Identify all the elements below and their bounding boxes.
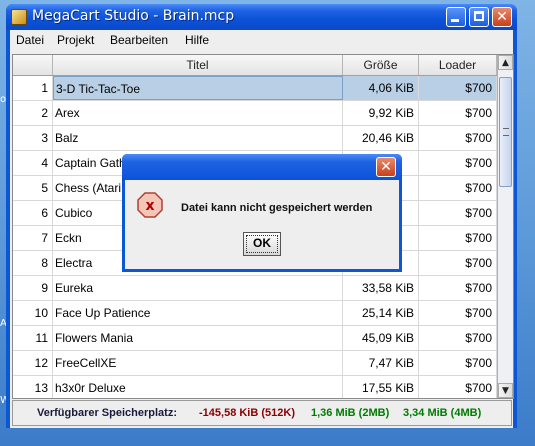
- storage-2mb: 1,36 MiB (2MB): [311, 407, 390, 419]
- table-row[interactable]: 11 Flowers Mania 45,09 KiB $700: [13, 326, 497, 351]
- row-loader: $700: [419, 226, 497, 250]
- row-number: 6: [13, 201, 53, 225]
- row-title: FreeCellXE: [53, 351, 343, 375]
- row-loader: $700: [419, 301, 497, 325]
- menu-bar: Datei Projekt Bearbeiten Hilfe: [10, 30, 513, 52]
- row-title: h3x0r Deluxe: [53, 376, 343, 398]
- table-row[interactable]: 9 Eureka 33,58 KiB $700: [13, 276, 497, 301]
- header-number[interactable]: [13, 55, 53, 75]
- dialog-message: Datei kann nicht gespeichert werden: [181, 202, 373, 214]
- row-size: 4,06 KiB: [343, 76, 419, 100]
- table-row[interactable]: 3 Balz 20,46 KiB $700: [13, 126, 497, 151]
- app-icon[interactable]: [11, 9, 27, 25]
- row-loader: $700: [419, 76, 497, 100]
- storage-label: Verfügbarer Speicherplatz:: [37, 407, 177, 419]
- row-loader: $700: [419, 176, 497, 200]
- row-title: Balz: [53, 126, 343, 150]
- header-loader[interactable]: Loader: [419, 55, 497, 75]
- row-number: 9: [13, 276, 53, 300]
- row-number: 2: [13, 101, 53, 125]
- row-loader: $700: [419, 201, 497, 225]
- error-dialog: ✕ x Datei kann nicht gespeichert werden …: [122, 154, 402, 272]
- row-number: 8: [13, 251, 53, 275]
- dialog-close-button[interactable]: ✕: [376, 157, 396, 177]
- row-number: 5: [13, 176, 53, 200]
- row-loader: $700: [419, 351, 497, 375]
- row-size: 25,14 KiB: [343, 301, 419, 325]
- status-bar: Verfügbarer Speicherplatz: -145,58 KiB (…: [12, 400, 512, 426]
- table-row[interactable]: 10 Face Up Patience 25,14 KiB $700: [13, 301, 497, 326]
- row-loader: $700: [419, 101, 497, 125]
- table-row[interactable]: 1 3-D Tic-Tac-Toe 4,06 KiB $700: [13, 76, 497, 101]
- row-size: 45,09 KiB: [343, 326, 419, 350]
- header-size[interactable]: Größe: [343, 55, 419, 75]
- menu-bearbeiten[interactable]: Bearbeiten: [110, 33, 168, 47]
- row-loader: $700: [419, 326, 497, 350]
- menu-datei[interactable]: Datei: [16, 33, 44, 47]
- row-number: 1: [13, 76, 53, 100]
- row-number: 3: [13, 126, 53, 150]
- close-button[interactable]: ✕: [492, 7, 512, 27]
- row-number: 12: [13, 351, 53, 375]
- row-title: Eureka: [53, 276, 343, 300]
- svg-text:x: x: [145, 198, 154, 214]
- close-icon: ✕: [496, 9, 508, 25]
- row-title: Face Up Patience: [53, 301, 343, 325]
- row-loader: $700: [419, 376, 497, 398]
- table-row[interactable]: 13 h3x0r Deluxe 17,55 KiB $700: [13, 376, 497, 398]
- table-row[interactable]: 12 FreeCellXE 7,47 KiB $700: [13, 351, 497, 376]
- table-row[interactable]: 2 Arex 9,92 KiB $700: [13, 101, 497, 126]
- row-number: 10: [13, 301, 53, 325]
- scroll-down-arrow-icon[interactable]: ▼: [498, 383, 513, 398]
- row-size: 20,46 KiB: [343, 126, 419, 150]
- row-size: 17,55 KiB: [343, 376, 419, 398]
- maximize-icon: [474, 11, 484, 21]
- row-number: 11: [13, 326, 53, 350]
- menu-projekt[interactable]: Projekt: [57, 33, 94, 47]
- row-number: 13: [13, 376, 53, 398]
- menu-hilfe[interactable]: Hilfe: [185, 33, 209, 47]
- maximize-button[interactable]: [469, 7, 489, 27]
- scroll-thumb[interactable]: [499, 77, 512, 187]
- row-loader: $700: [419, 151, 497, 175]
- scroll-up-arrow-icon[interactable]: ▲: [498, 55, 513, 70]
- row-size: 9,92 KiB: [343, 101, 419, 125]
- table-header: Titel Größe Loader: [13, 55, 497, 76]
- row-size: 33,58 KiB: [343, 276, 419, 300]
- row-title: Arex: [53, 101, 343, 125]
- row-number: 4: [13, 151, 53, 175]
- row-number: 7: [13, 226, 53, 250]
- minimize-button[interactable]: [446, 7, 466, 27]
- storage-4mb: 3,34 MiB (4MB): [403, 407, 482, 419]
- row-loader: $700: [419, 126, 497, 150]
- storage-512k: -145,58 KiB (512K): [199, 407, 295, 419]
- minimize-icon: [451, 19, 459, 22]
- close-icon: ✕: [380, 159, 392, 175]
- vertical-scrollbar[interactable]: ▲ ▼: [497, 55, 513, 398]
- row-size: 7,47 KiB: [343, 351, 419, 375]
- ok-button[interactable]: OK: [243, 232, 281, 256]
- row-loader: $700: [419, 251, 497, 275]
- dialog-body: x Datei kann nicht gespeichert werden OK: [125, 180, 399, 269]
- title-bar[interactable]: MegaCart Studio - Brain.mcp ✕: [6, 4, 517, 30]
- header-title[interactable]: Titel: [53, 55, 343, 75]
- row-title: 3-D Tic-Tac-Toe: [53, 76, 343, 100]
- row-title: Flowers Mania: [53, 326, 343, 350]
- row-loader: $700: [419, 276, 497, 300]
- dialog-title-bar[interactable]: ✕: [122, 154, 402, 180]
- scroll-grip-icon: [503, 128, 509, 136]
- window-title: MegaCart Studio - Brain.mcp: [32, 8, 235, 24]
- error-icon: x: [137, 192, 163, 218]
